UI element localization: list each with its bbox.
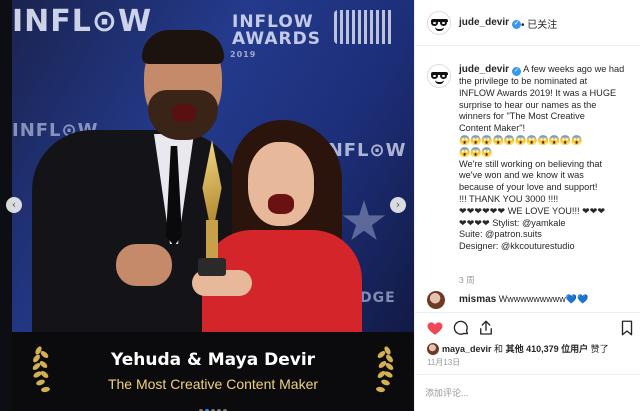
caption-line: Content Maker"! <box>459 123 526 134</box>
liker-username[interactable]: maya_devir <box>442 344 492 354</box>
share-upload-icon[interactable] <box>477 319 495 337</box>
carousel-prev-button[interactable]: ‹ <box>6 197 22 213</box>
backdrop-barcode-graphic <box>334 10 394 44</box>
post-date[interactable]: 11月13日 <box>427 357 460 368</box>
caption-line: Designer: @kkcouturestudio <box>459 241 575 252</box>
caption-line: surprise to hear our names as the <box>459 99 597 110</box>
post-side-panel: jude_devir ✓ • 已关注 jude_devir ✓ A few week… <box>414 0 640 411</box>
author-username[interactable]: jude_devir ✓ <box>459 17 522 29</box>
caption-line: We're still working on believing that <box>459 158 603 169</box>
caption-line: the privilege to be nominated at <box>459 76 588 86</box>
comment-text: mismas Wwwwwwwwww💙💙 <box>459 294 588 305</box>
heart-filled-icon[interactable] <box>426 319 444 337</box>
comment-hearts: 💙💙 <box>565 294 589 304</box>
instagram-post-window: INFL⊙W INFLOW AWARDS 2019 INFL⊙W INFL⊙W … <box>0 0 640 411</box>
liker-avatar[interactable] <box>427 343 439 355</box>
caption-line: because of your love and support! <box>459 182 598 193</box>
caption-emoji-row: 😱😱😱 <box>459 146 493 157</box>
caption-line: winners for "The Most Creative <box>459 111 585 122</box>
caption-line: !!! THANK YOU 3000 !!!! <box>459 193 559 204</box>
verified-badge-icon: ✓ <box>512 20 522 29</box>
caption-line: INFLOW Awards 2019! It was a HUGE <box>459 87 617 98</box>
media-caption-title: Yehuda & Maya Devir <box>110 350 316 370</box>
media-caption-band: Yehuda & Maya Devir The Most Creative Co… <box>12 332 414 411</box>
post-actions: maya_devir 和 其他 410,379 位用户 赞了 11月13日 <box>415 312 640 374</box>
caption-line: ❤❤❤❤❤❤ WE LOVE YOU!!! ❤❤❤ <box>459 205 606 216</box>
woman-figure <box>192 120 402 332</box>
likes-others-link[interactable]: 其他 410,379 位用户 <box>506 344 589 354</box>
likes-connector: 和 <box>491 344 506 354</box>
media-caption-subtitle: The Most Creative Content Maker <box>107 376 319 392</box>
caption-first-line: jude_devir ✓ A few weeks ago we had <box>459 64 637 76</box>
post-header: jude_devir ✓ • 已关注 <box>415 0 640 46</box>
caption-emoji-row: 😱😱😱😱😱😱😱😱😱😱😱 <box>459 134 583 145</box>
comment-row: mismas Wwwwwwwwww💙💙 <box>427 290 637 310</box>
caption-verified-badge-icon: ✓ <box>512 67 522 76</box>
author-avatar[interactable] <box>427 11 451 35</box>
add-comment-input[interactable] <box>425 385 625 401</box>
caption-username[interactable]: jude_devir <box>459 64 509 75</box>
add-comment-bar <box>415 374 640 411</box>
commenter-username[interactable]: mismas <box>459 294 496 305</box>
carousel-dots <box>12 400 414 411</box>
caption-line: we've won and we know it was <box>459 170 584 181</box>
caption-line: ❤❤❤❤ Stylist: @yamkale <box>459 217 566 228</box>
follow-status-button[interactable]: • 已关注 <box>521 16 557 31</box>
backdrop-awards-title: INFLOW AWARDS <box>232 12 321 49</box>
post-time-ago[interactable]: 3 周 <box>459 274 475 286</box>
post-media: INFL⊙W INFLOW AWARDS 2019 INFL⊙W INFL⊙W … <box>0 0 414 411</box>
laurel-right-icon <box>370 342 395 398</box>
caption-line: A few weeks ago we had <box>521 64 625 74</box>
bookmark-icon[interactable] <box>618 319 636 337</box>
backdrop-awards-year: 2019 <box>230 50 257 59</box>
caption-line: Suite: @patron.suits <box>459 229 542 240</box>
likes-summary: maya_devir 和 其他 410,379 位用户 赞了 <box>427 342 609 355</box>
trophy-graphic <box>196 140 226 280</box>
comment-body: Wwwwwwwwww <box>496 294 566 304</box>
post-photo: INFL⊙W INFLOW AWARDS 2019 INFL⊙W INFL⊙W … <box>12 0 414 332</box>
commenter-avatar[interactable] <box>427 291 445 309</box>
caption-text: jude_devir ✓ A few weeks ago we had the p… <box>459 64 637 253</box>
caption-author-avatar[interactable] <box>427 64 451 88</box>
comment-bubble-icon[interactable] <box>452 319 470 337</box>
carousel-next-button[interactable]: › <box>390 197 406 213</box>
author-username-text[interactable]: jude_devir <box>459 17 509 28</box>
likes-suffix: 赞了 <box>588 344 609 354</box>
